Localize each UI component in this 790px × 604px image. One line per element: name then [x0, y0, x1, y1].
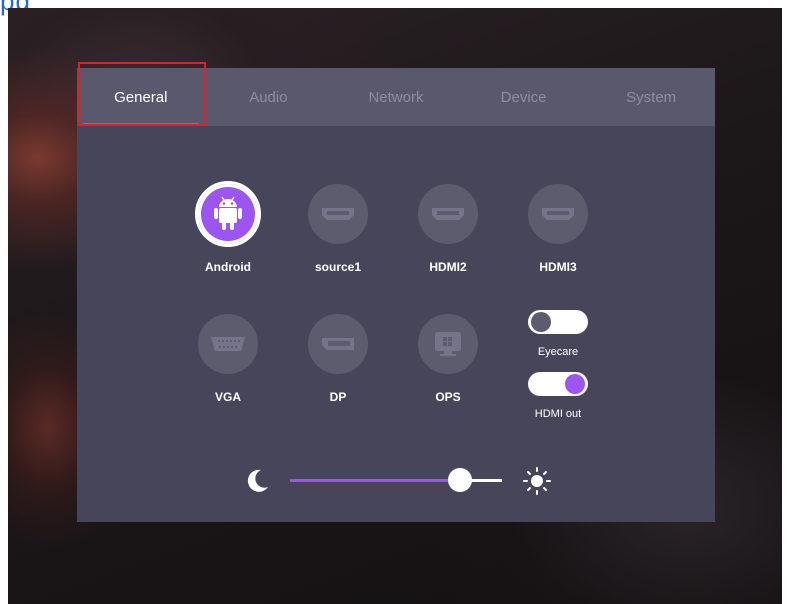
source-android[interactable]: Android [188, 181, 268, 274]
hdmi-out-label: HDMI out [534, 408, 582, 420]
source-circle [198, 314, 258, 374]
android-icon [214, 196, 242, 230]
tab-system[interactable]: System [587, 68, 715, 126]
source-source1[interactable]: source1 [298, 184, 378, 274]
tab-label: Audio [249, 89, 288, 106]
source-circle [308, 184, 368, 244]
hdmi-port-icon [542, 208, 574, 220]
source-circle [528, 184, 588, 244]
eyecare-label: Eyecare [537, 346, 579, 358]
tab-label: General [114, 89, 168, 106]
source-circle [418, 184, 478, 244]
brightness-slider-thumb[interactable] [447, 468, 472, 492]
eyecare-toggle[interactable] [528, 310, 588, 334]
tab-device[interactable]: Device [460, 68, 588, 126]
source-circle [418, 314, 478, 374]
source-label: Android [205, 260, 251, 274]
source-label: OPS [435, 390, 461, 404]
sun-icon [523, 467, 551, 495]
source-hdmi3[interactable]: HDMI3 [518, 184, 598, 274]
hdmi-port-icon [432, 208, 464, 220]
tab-audio[interactable]: Audio [205, 68, 333, 126]
moon-icon [247, 469, 268, 492]
source-android-circle [195, 181, 261, 247]
tab-network[interactable]: Network [332, 68, 460, 126]
tab-bar: General Audio Network Device System [77, 68, 715, 126]
source-ops[interactable]: OPS [408, 314, 488, 404]
source-label: source1 [314, 260, 362, 274]
displayport-icon [322, 338, 354, 350]
active-tab-indicator [83, 123, 199, 126]
toggle-knob [565, 374, 585, 394]
source-vga[interactable]: VGA [188, 314, 268, 404]
source-dp[interactable]: DP [298, 314, 378, 404]
tab-label: Device [500, 89, 547, 106]
source-circle [308, 314, 368, 374]
toggle-knob [531, 312, 551, 332]
source-hdmi2[interactable]: HDMI2 [408, 184, 488, 274]
vga-port-icon [211, 337, 245, 351]
tab-label: System [626, 89, 677, 106]
tab-general[interactable]: General [77, 68, 205, 126]
ops-icon [435, 332, 461, 356]
hdmi-port-icon [322, 208, 354, 220]
hdmi-out-toggle[interactable] [528, 372, 588, 396]
source-label: HDMI2 [429, 260, 467, 274]
brightness-slider-fill [290, 479, 460, 482]
source-label: DP [329, 390, 347, 404]
brightness-slider[interactable] [290, 468, 502, 492]
tab-label: Network [368, 89, 424, 106]
settings-panel: General Audio Network Device System [77, 68, 715, 522]
source-label: HDMI3 [539, 260, 577, 274]
source-label: VGA [214, 390, 241, 404]
